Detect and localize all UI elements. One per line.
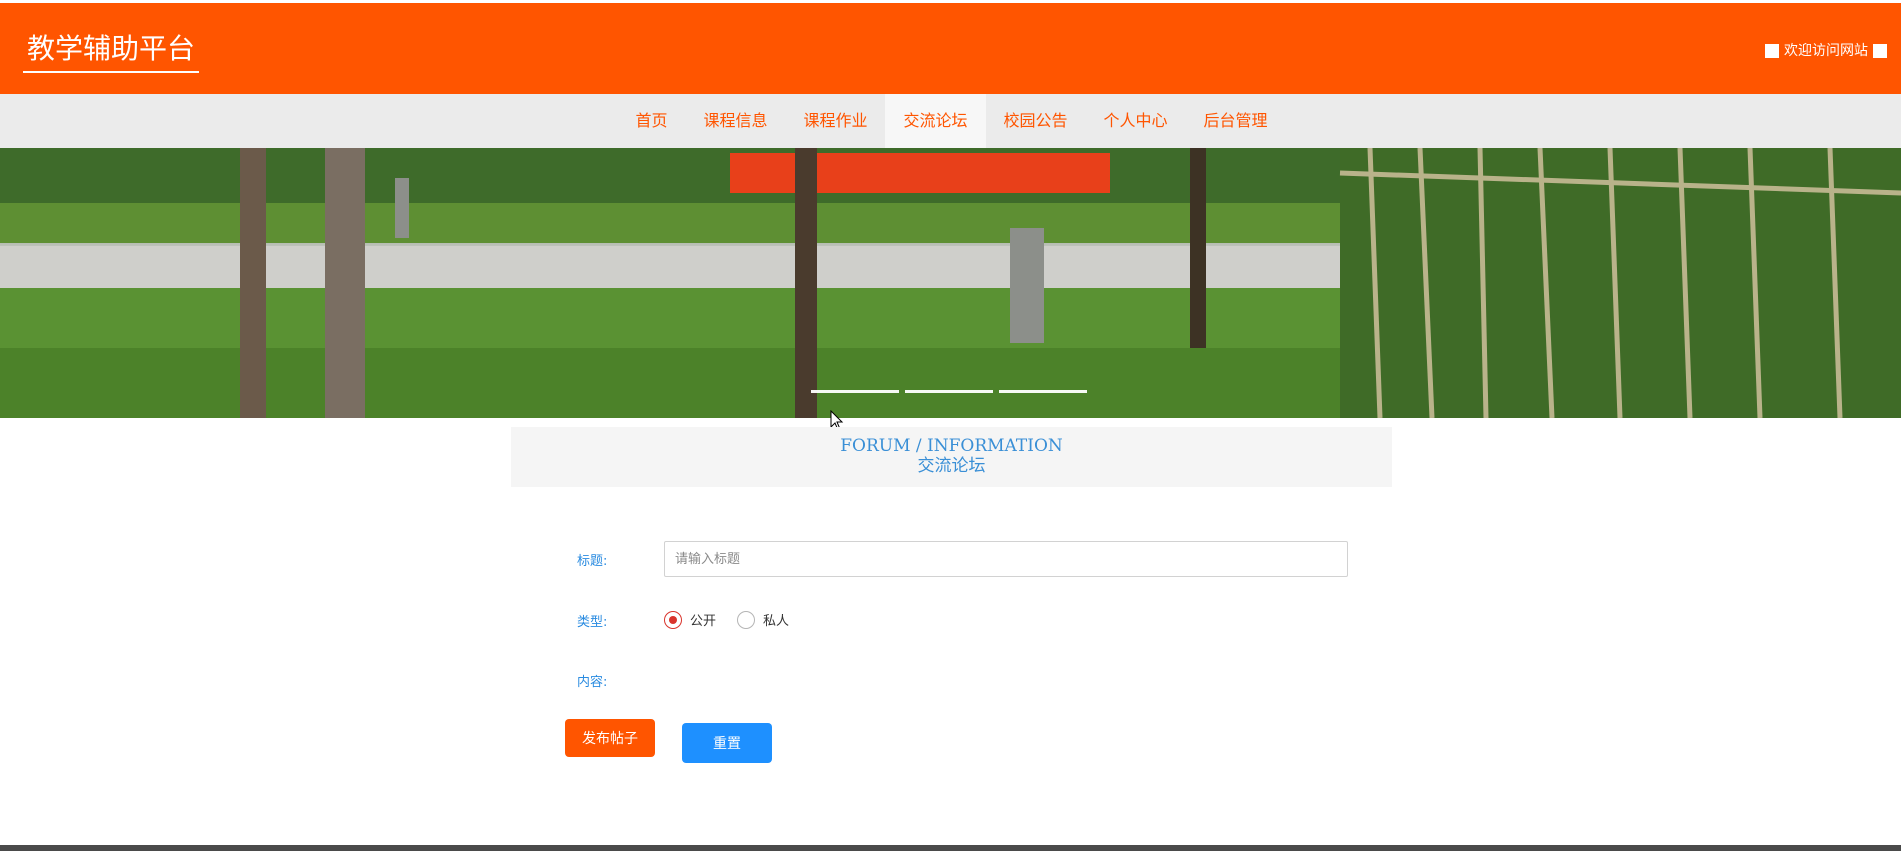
nav-item-home[interactable]: 首页 [617, 94, 685, 148]
section-title-cn: 交流论坛 [917, 456, 986, 476]
publish-post-button[interactable]: 发布帖子 [565, 719, 655, 757]
radio-private-label: 私人 [763, 614, 790, 629]
reset-button[interactable]: 重置 [682, 723, 772, 763]
site-logo-title[interactable]: 教学辅助平台 [23, 29, 200, 73]
radio-private-circle[interactable] [737, 610, 755, 629]
banner-image [0, 148, 1901, 418]
welcome-area: 欢迎访问网站 [1765, 43, 1887, 59]
header-bar: 教学辅助平台 欢迎访问网站 [0, 3, 1901, 94]
main-nav: 首页 课程信息 课程作业 交流论坛 校园公告 个人中心 后台管理 [0, 94, 1901, 148]
carousel-indicator[interactable] [811, 390, 899, 393]
radio-public-label: 公开 [690, 614, 717, 629]
square-icon [1873, 44, 1887, 58]
section-header: FORUM / INFORMATION 交流论坛 [511, 427, 1392, 487]
banner-carousel[interactable] [0, 148, 1901, 418]
carousel-indicator[interactable] [999, 390, 1087, 393]
carousel-indicators [811, 390, 1087, 393]
content-label: 内容: [577, 675, 608, 690]
nav-item-announcements[interactable]: 校园公告 [986, 94, 1086, 148]
title-label: 标题: [577, 554, 608, 569]
nav-item-course-homework[interactable]: 课程作业 [785, 94, 885, 148]
title-input[interactable] [664, 541, 1348, 577]
type-label: 类型: [577, 615, 608, 630]
nav-item-personal-center[interactable]: 个人中心 [1086, 94, 1186, 148]
nav-item-course-info[interactable]: 课程信息 [685, 94, 785, 148]
welcome-text: 欢迎访问网站 [1784, 43, 1868, 59]
radio-public-circle[interactable] [664, 610, 682, 629]
carousel-indicator[interactable] [905, 390, 993, 393]
square-icon [1765, 44, 1779, 58]
radio-public[interactable]: 公开 [664, 610, 716, 629]
radio-private[interactable]: 私人 [737, 610, 789, 629]
section-title-en: FORUM / INFORMATION [840, 436, 1063, 456]
nav-item-forum[interactable]: 交流论坛 [885, 94, 986, 148]
nav-item-admin[interactable]: 后台管理 [1186, 94, 1286, 148]
footer-bar [0, 845, 1901, 851]
